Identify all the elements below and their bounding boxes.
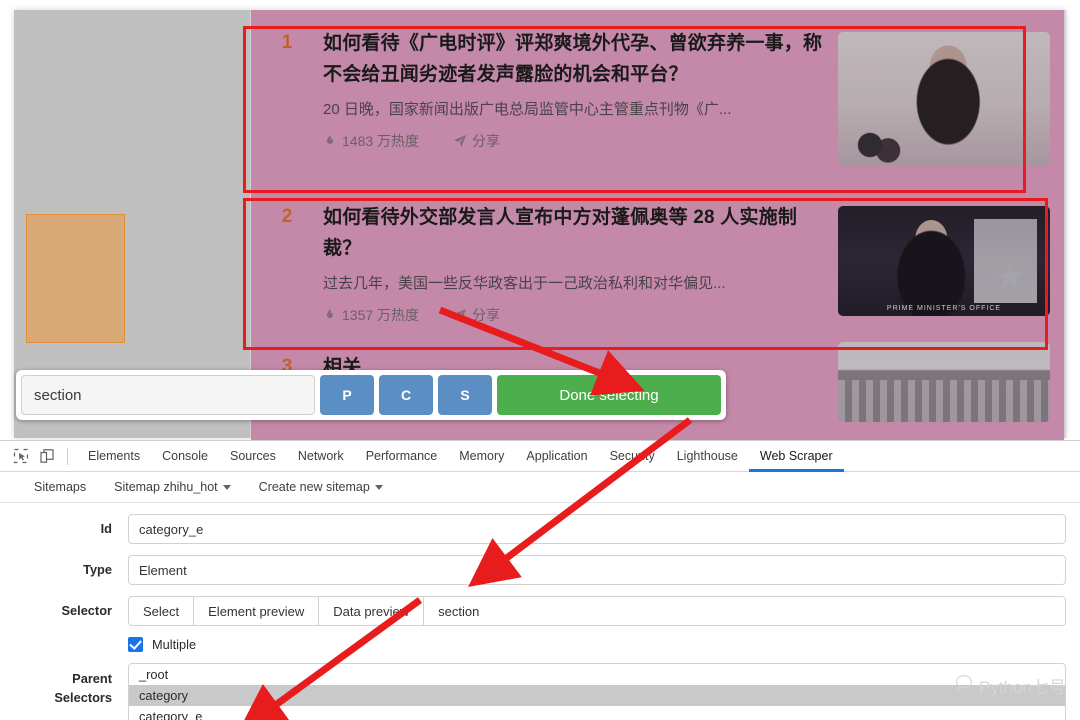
hot-list-item[interactable]: 2 如何看待外交部发言人宣布中方对蓬佩奥等 28 人实施制裁？ 过去几年，美国一… [251,184,1064,334]
item-meta: 1357 万热度 分享 [323,305,824,325]
send-icon [453,308,467,323]
form-row-type: Type [0,555,1080,585]
tab-performance[interactable]: Performance [355,441,449,472]
item-thumbnail[interactable]: PRIME MINISTER'S OFFICE [838,206,1050,316]
heat-value: 1357 万热度 [342,307,420,323]
subnav-create-sitemap-label: Create new sitemap [258,480,370,494]
item-thumbnail[interactable] [838,32,1050,166]
tab-console[interactable]: Console [151,441,219,472]
item-body: 如何看待外交部发言人宣布中方对蓬佩奥等 28 人实施制裁？ 过去几年，美国一些反… [323,184,834,334]
selector-edit-form: Id Type Selector Select Element preview [0,503,1080,720]
form-row-id: Id [0,514,1080,544]
subnav-create-sitemap[interactable]: Create new sitemap [259,480,383,494]
subnav-sitemaps-label: Sitemaps [34,480,87,494]
done-selecting-button[interactable]: Done selecting [497,375,721,415]
share-action[interactable]: 分享 [453,305,500,325]
web-scraper-subnav: Sitemaps Sitemap zhihu_hot Create new si… [0,472,1080,503]
share-action[interactable]: 分享 [453,131,500,151]
parent-option-category[interactable]: category [129,685,1065,706]
tab-sources[interactable]: Sources [219,441,287,472]
fire-icon [323,307,337,323]
share-label: 分享 [472,307,501,323]
parent-option-category-e[interactable]: category_e [129,706,1065,720]
selector-label: Selector [61,603,112,618]
item-title[interactable]: 如何看待外交部发言人宣布中方对蓬佩奥等 28 人实施制裁？ [323,202,824,264]
item-excerpt: 20 日晚，国家新闻出版广电总局监管中心主管重点刊物《广... [323,101,732,118]
parent-selector-button[interactable]: P [320,375,374,415]
parent-option-root[interactable]: _root [129,664,1065,685]
selector-value-field[interactable]: section [424,597,1065,625]
data-preview-button[interactable]: Data preview [319,597,425,625]
fire-icon [323,133,337,149]
id-label: Id [100,521,112,536]
item-thumbnail[interactable] [838,342,1050,422]
send-icon [453,134,467,149]
parent-selectors-label-line1: Parent [72,671,112,686]
subnav-current-sitemap-label: Sitemap zhihu_hot [114,480,218,494]
heat-metric: 1483 万热度 [323,131,419,151]
form-row-parent-selectors: Parent Selectors _root category category… [0,663,1080,720]
flag-star-icon [995,263,1024,289]
devtools-panel: Elements Console Sources Network Perform… [0,440,1080,720]
item-title[interactable]: 如何看待《广电时评》评郑爽境外代孕、曾欲弃养一事，称不会给丑闻劣迹者发声露脸的机… [323,28,824,90]
item-excerpt: 过去几年，美国一些反华政客出于一己政治私利和对华偏见... [323,275,726,292]
rank-column: 1 [251,10,323,184]
tab-memory[interactable]: Memory [448,441,515,472]
selector-input-group: Select Element preview Data preview sect… [128,596,1066,626]
device-toolbar-icon[interactable] [34,443,60,469]
thumbnail-caption: PRIME MINISTER'S OFFICE [886,304,1002,312]
element-preview-button[interactable]: Element preview [194,597,320,625]
type-label: Type [83,562,112,577]
rank-number: 2 [281,206,293,227]
tab-web-scraper[interactable]: Web Scraper [749,441,844,472]
parent-selectors-label: Parent Selectors [0,663,128,707]
form-row-multiple: Multiple [0,637,1080,652]
multiple-checkbox-row[interactable]: Multiple [128,637,1066,652]
chevron-down-icon [374,484,383,490]
select-button[interactable]: Select [129,597,195,625]
parent-selectors-listbox[interactable]: _root category category_e [128,663,1066,720]
child-selector-button[interactable]: C [379,375,433,415]
tab-security[interactable]: Security [599,441,666,472]
tab-lighthouse[interactable]: Lighthouse [666,441,749,472]
type-select[interactable] [128,555,1066,585]
form-row-selector: Selector Select Element preview Data pre… [0,596,1080,626]
subnav-sitemaps[interactable]: Sitemaps [34,480,86,494]
toolbar-divider [67,447,68,465]
heat-value: 1483 万热度 [342,133,420,149]
multiple-label: Multiple [152,637,197,652]
parent-selectors-label-line2: Selectors [54,690,112,705]
css-selector-input[interactable] [21,375,315,415]
web-scraper-selector-toolbar[interactable]: P C S Done selecting [16,370,726,420]
tab-elements[interactable]: Elements [77,441,151,472]
tab-network[interactable]: Network [287,441,355,472]
tab-application[interactable]: Application [515,441,598,472]
item-meta: 1483 万热度 分享 [323,131,824,151]
screenshot-root: 1 如何看待《广电时评》评郑爽境外代孕、曾欲弃养一事，称不会给丑闻劣迹者发声露脸… [0,0,1080,720]
sibling-selector-button[interactable]: S [438,375,492,415]
hot-list-item[interactable]: 1 如何看待《广电时评》评郑爽境外代孕、曾欲弃养一事，称不会给丑闻劣迹者发声露脸… [251,10,1064,184]
subnav-current-sitemap[interactable]: Sitemap zhihu_hot [114,480,231,494]
id-input[interactable] [128,514,1066,544]
heat-metric: 1357 万热度 [323,305,419,325]
chevron-down-icon [222,484,231,490]
multiple-checkbox[interactable] [128,637,143,652]
rank-number: 1 [281,32,293,53]
rank-column: 2 [251,184,323,334]
share-label: 分享 [472,133,501,149]
item-body: 如何看待《广电时评》评郑爽境外代孕、曾欲弃养一事，称不会给丑闻劣迹者发声露脸的机… [323,10,834,184]
devtools-tabbar: Elements Console Sources Network Perform… [0,441,1080,472]
inspect-element-icon[interactable] [8,443,34,469]
